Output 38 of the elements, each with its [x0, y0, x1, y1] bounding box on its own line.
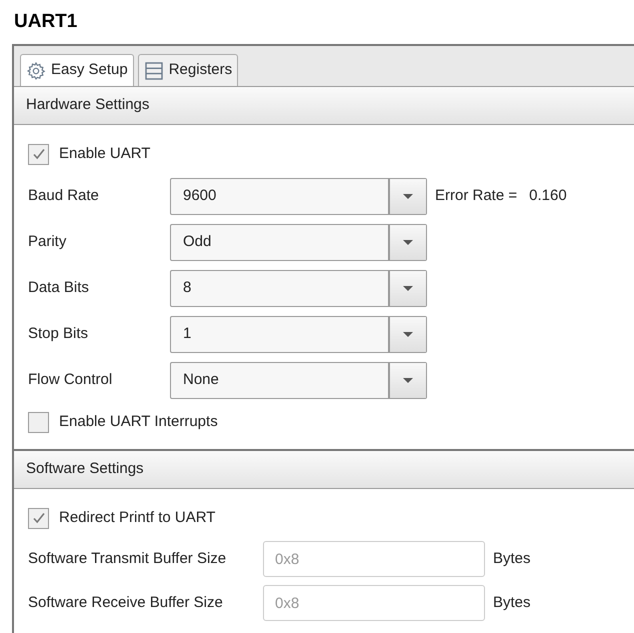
caret-icon: [403, 194, 413, 198]
field-label: Parity: [28, 232, 68, 252]
field-label: Software Receive Buffer Size: [28, 592, 224, 613]
field-label: Baud Rate: [28, 186, 100, 206]
dropdown[interactable]: 8: [170, 270, 427, 306]
dropdown[interactable]: Odd: [170, 224, 427, 260]
list-icon: [144, 60, 164, 80]
checkbox-label: Redirect Printf to UART: [59, 508, 216, 528]
field-label: Software Transmit Buffer Size: [28, 548, 228, 569]
dropdown[interactable]: None: [170, 362, 427, 398]
checkbox[interactable]: [28, 144, 49, 164]
field-label: Data Bits: [28, 278, 90, 298]
caret-icon: [403, 378, 413, 382]
error-rate-label: Error Rate =: [435, 186, 518, 206]
unit-label: Bytes: [493, 548, 531, 569]
checkbox[interactable]: [28, 508, 49, 528]
dropdown[interactable]: 9600: [170, 178, 427, 214]
tab[interactable]: Easy Setup: [20, 54, 134, 86]
checkbox-label: Enable UART: [59, 144, 150, 164]
field-label: Flow Control: [28, 370, 114, 390]
section-header: Hardware Settings: [14, 87, 634, 125]
field-label: Stop Bits: [28, 324, 90, 344]
check-icon: [32, 147, 46, 161]
tab[interactable]: Registers: [138, 54, 238, 86]
caret-icon: [403, 240, 413, 244]
error-rate-value: 0.160: [529, 186, 567, 206]
section-header: Software Settings: [14, 451, 634, 489]
caret-icon: [403, 332, 413, 336]
input-field[interactable]: 0x8: [263, 585, 485, 621]
unit-label: Bytes: [493, 592, 531, 613]
checkbox-label: Enable UART Interrupts: [59, 412, 218, 432]
input-field[interactable]: 0x8: [263, 541, 485, 577]
page-title: UART1: [13, 10, 78, 34]
checkbox[interactable]: [28, 412, 49, 432]
dropdown[interactable]: 1: [170, 316, 427, 352]
caret-icon: [403, 286, 413, 290]
gear-icon: [26, 60, 46, 80]
check-icon: [32, 511, 46, 525]
